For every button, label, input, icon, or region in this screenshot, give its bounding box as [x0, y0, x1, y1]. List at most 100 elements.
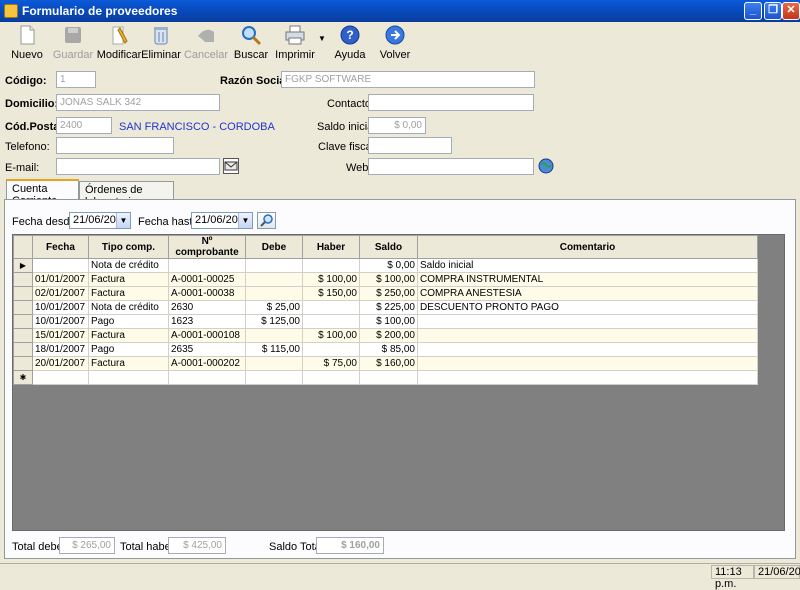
new-cell[interactable]	[417, 370, 758, 385]
cell-haber[interactable]: $ 100,00	[302, 328, 360, 343]
cell-debe[interactable]: $ 125,00	[245, 314, 303, 329]
cell-haber[interactable]: $ 75,00	[302, 356, 360, 371]
cell-haber[interactable]: $ 100,00	[302, 272, 360, 287]
cell-comentario[interactable]	[417, 356, 758, 371]
new-cell[interactable]	[359, 370, 418, 385]
column-header-saldo[interactable]: Saldo	[359, 235, 418, 259]
cell-fecha[interactable]: 20/01/2007	[32, 356, 89, 371]
close-button[interactable]: ✕	[782, 2, 800, 20]
fecha-hasta-picker[interactable]: 21/06/2007 ▼	[191, 212, 253, 229]
edit-button[interactable]: Modificar	[96, 24, 142, 64]
new-cell[interactable]	[302, 370, 360, 385]
maximize-button[interactable]: ❐	[764, 2, 782, 20]
cell-comprobante[interactable]: 2635	[168, 342, 246, 357]
cell-comprobante[interactable]	[168, 258, 246, 273]
cell-comentario[interactable]: COMPRA INSTRUMENTAL	[417, 272, 758, 287]
help-button[interactable]: ? Ayuda	[327, 24, 373, 64]
print-button[interactable]: Imprimir	[272, 24, 318, 64]
cell-haber[interactable]	[302, 314, 360, 329]
new-cell[interactable]	[168, 370, 246, 385]
cell-fecha[interactable]	[32, 258, 89, 273]
cell-fecha[interactable]: 18/01/2007	[32, 342, 89, 357]
table-row[interactable]: 02/01/2007 Factura A-0001-00038 $ 150,00…	[13, 286, 758, 301]
cell-haber[interactable]	[302, 342, 360, 357]
cell-comentario[interactable]	[417, 342, 758, 357]
search-button[interactable]: Buscar	[228, 24, 274, 64]
cell-tipo[interactable]: Pago	[88, 342, 169, 357]
cell-fecha[interactable]: 10/01/2007	[32, 314, 89, 329]
globe-icon[interactable]	[538, 158, 554, 174]
razon-social-field[interactable]: FGKP SOFTWARE	[281, 71, 535, 88]
cell-debe[interactable]	[245, 328, 303, 343]
send-email-icon[interactable]	[223, 158, 239, 174]
cell-debe[interactable]	[245, 272, 303, 287]
table-row[interactable]: 10/01/2007 Pago 1623 $ 125,00 $ 100,00	[13, 314, 758, 329]
cell-debe[interactable]: $ 115,00	[245, 342, 303, 357]
row-selector[interactable]	[13, 356, 33, 371]
row-selector[interactable]	[13, 286, 33, 301]
column-header-debe[interactable]: Debe	[245, 235, 303, 259]
cell-saldo[interactable]: $ 85,00	[359, 342, 418, 357]
codigo-field[interactable]: 1	[56, 71, 96, 88]
cell-comentario[interactable]	[417, 314, 758, 329]
cell-saldo[interactable]: $ 250,00	[359, 286, 418, 301]
table-row[interactable]: 01/01/2007 Factura A-0001-00025 $ 100,00…	[13, 272, 758, 287]
save-button[interactable]: Guardar	[50, 24, 96, 64]
cell-comprobante[interactable]: A-0001-000202	[168, 356, 246, 371]
row-selector[interactable]	[13, 328, 33, 343]
table-row[interactable]: 10/01/2007 Nota de crédito 2630 $ 25,00 …	[13, 300, 758, 315]
cell-fecha[interactable]: 02/01/2007	[32, 286, 89, 301]
cell-comprobante[interactable]: A-0001-000108	[168, 328, 246, 343]
table-row[interactable]: 20/01/2007 Factura A-0001-000202 $ 75,00…	[13, 356, 758, 371]
web-field[interactable]	[368, 158, 534, 175]
cell-saldo[interactable]: $ 200,00	[359, 328, 418, 343]
table-row[interactable]: ▶ Nota de crédito $ 0,00 Saldo inicial	[13, 258, 758, 273]
clave-fiscal-field[interactable]	[368, 137, 452, 154]
telefono-field[interactable]	[56, 137, 174, 154]
fecha-desde-picker[interactable]: 21/06/2006 ▼	[69, 212, 131, 229]
cell-haber[interactable]	[302, 258, 360, 273]
cell-tipo[interactable]: Nota de crédito	[88, 258, 169, 273]
new-cell[interactable]	[88, 370, 169, 385]
new-button[interactable]: Nuevo	[4, 24, 50, 64]
cell-fecha[interactable]: 01/01/2007	[32, 272, 89, 287]
cell-tipo[interactable]: Factura	[88, 286, 169, 301]
filter-search-button[interactable]	[257, 212, 276, 229]
column-header-comentario[interactable]: Comentario	[417, 235, 758, 259]
tab-ordenes-laboratorio[interactable]: Órdenes de laboratorio	[79, 181, 174, 208]
new-row[interactable]: ✱	[13, 370, 758, 385]
column-header-comprobante[interactable]: Nº comprobante	[168, 235, 246, 259]
row-selector[interactable]	[13, 342, 33, 357]
cell-comprobante[interactable]: A-0001-00025	[168, 272, 246, 287]
cell-fecha[interactable]: 15/01/2007	[32, 328, 89, 343]
movements-grid[interactable]: Fecha Tipo comp. Nº comprobante Debe Hab…	[12, 234, 785, 531]
chevron-down-icon[interactable]: ▼	[116, 213, 130, 228]
cell-tipo[interactable]: Factura	[88, 356, 169, 371]
cell-comentario[interactable]	[417, 328, 758, 343]
cell-saldo[interactable]: $ 225,00	[359, 300, 418, 315]
cell-comentario[interactable]: Saldo inicial	[417, 258, 758, 273]
cell-saldo[interactable]: $ 100,00	[359, 314, 418, 329]
cell-saldo[interactable]: $ 160,00	[359, 356, 418, 371]
new-cell[interactable]	[32, 370, 89, 385]
cell-comprobante[interactable]: 1623	[168, 314, 246, 329]
cell-tipo[interactable]: Pago	[88, 314, 169, 329]
saldo-inicial-field[interactable]: $ 0,00	[368, 117, 426, 134]
minimize-button[interactable]: _	[744, 2, 762, 20]
cell-haber[interactable]: $ 150,00	[302, 286, 360, 301]
row-selector[interactable]	[13, 314, 33, 329]
row-selector[interactable]	[13, 300, 33, 315]
cell-saldo[interactable]: $ 100,00	[359, 272, 418, 287]
cell-debe[interactable]	[245, 258, 303, 273]
cell-tipo[interactable]: Nota de crédito	[88, 300, 169, 315]
cell-comprobante[interactable]: 2630	[168, 300, 246, 315]
cell-haber[interactable]	[302, 300, 360, 315]
cell-fecha[interactable]: 10/01/2007	[32, 300, 89, 315]
column-header-tipo[interactable]: Tipo comp.	[88, 235, 169, 259]
cancel-button[interactable]: Cancelar	[183, 24, 229, 64]
cell-tipo[interactable]: Factura	[88, 272, 169, 287]
table-row[interactable]: 18/01/2007 Pago 2635 $ 115,00 $ 85,00	[13, 342, 758, 357]
domicilio-field[interactable]: JONAS SALK 342	[56, 94, 220, 111]
cell-saldo[interactable]: $ 0,00	[359, 258, 418, 273]
cell-comprobante[interactable]: A-0001-00038	[168, 286, 246, 301]
